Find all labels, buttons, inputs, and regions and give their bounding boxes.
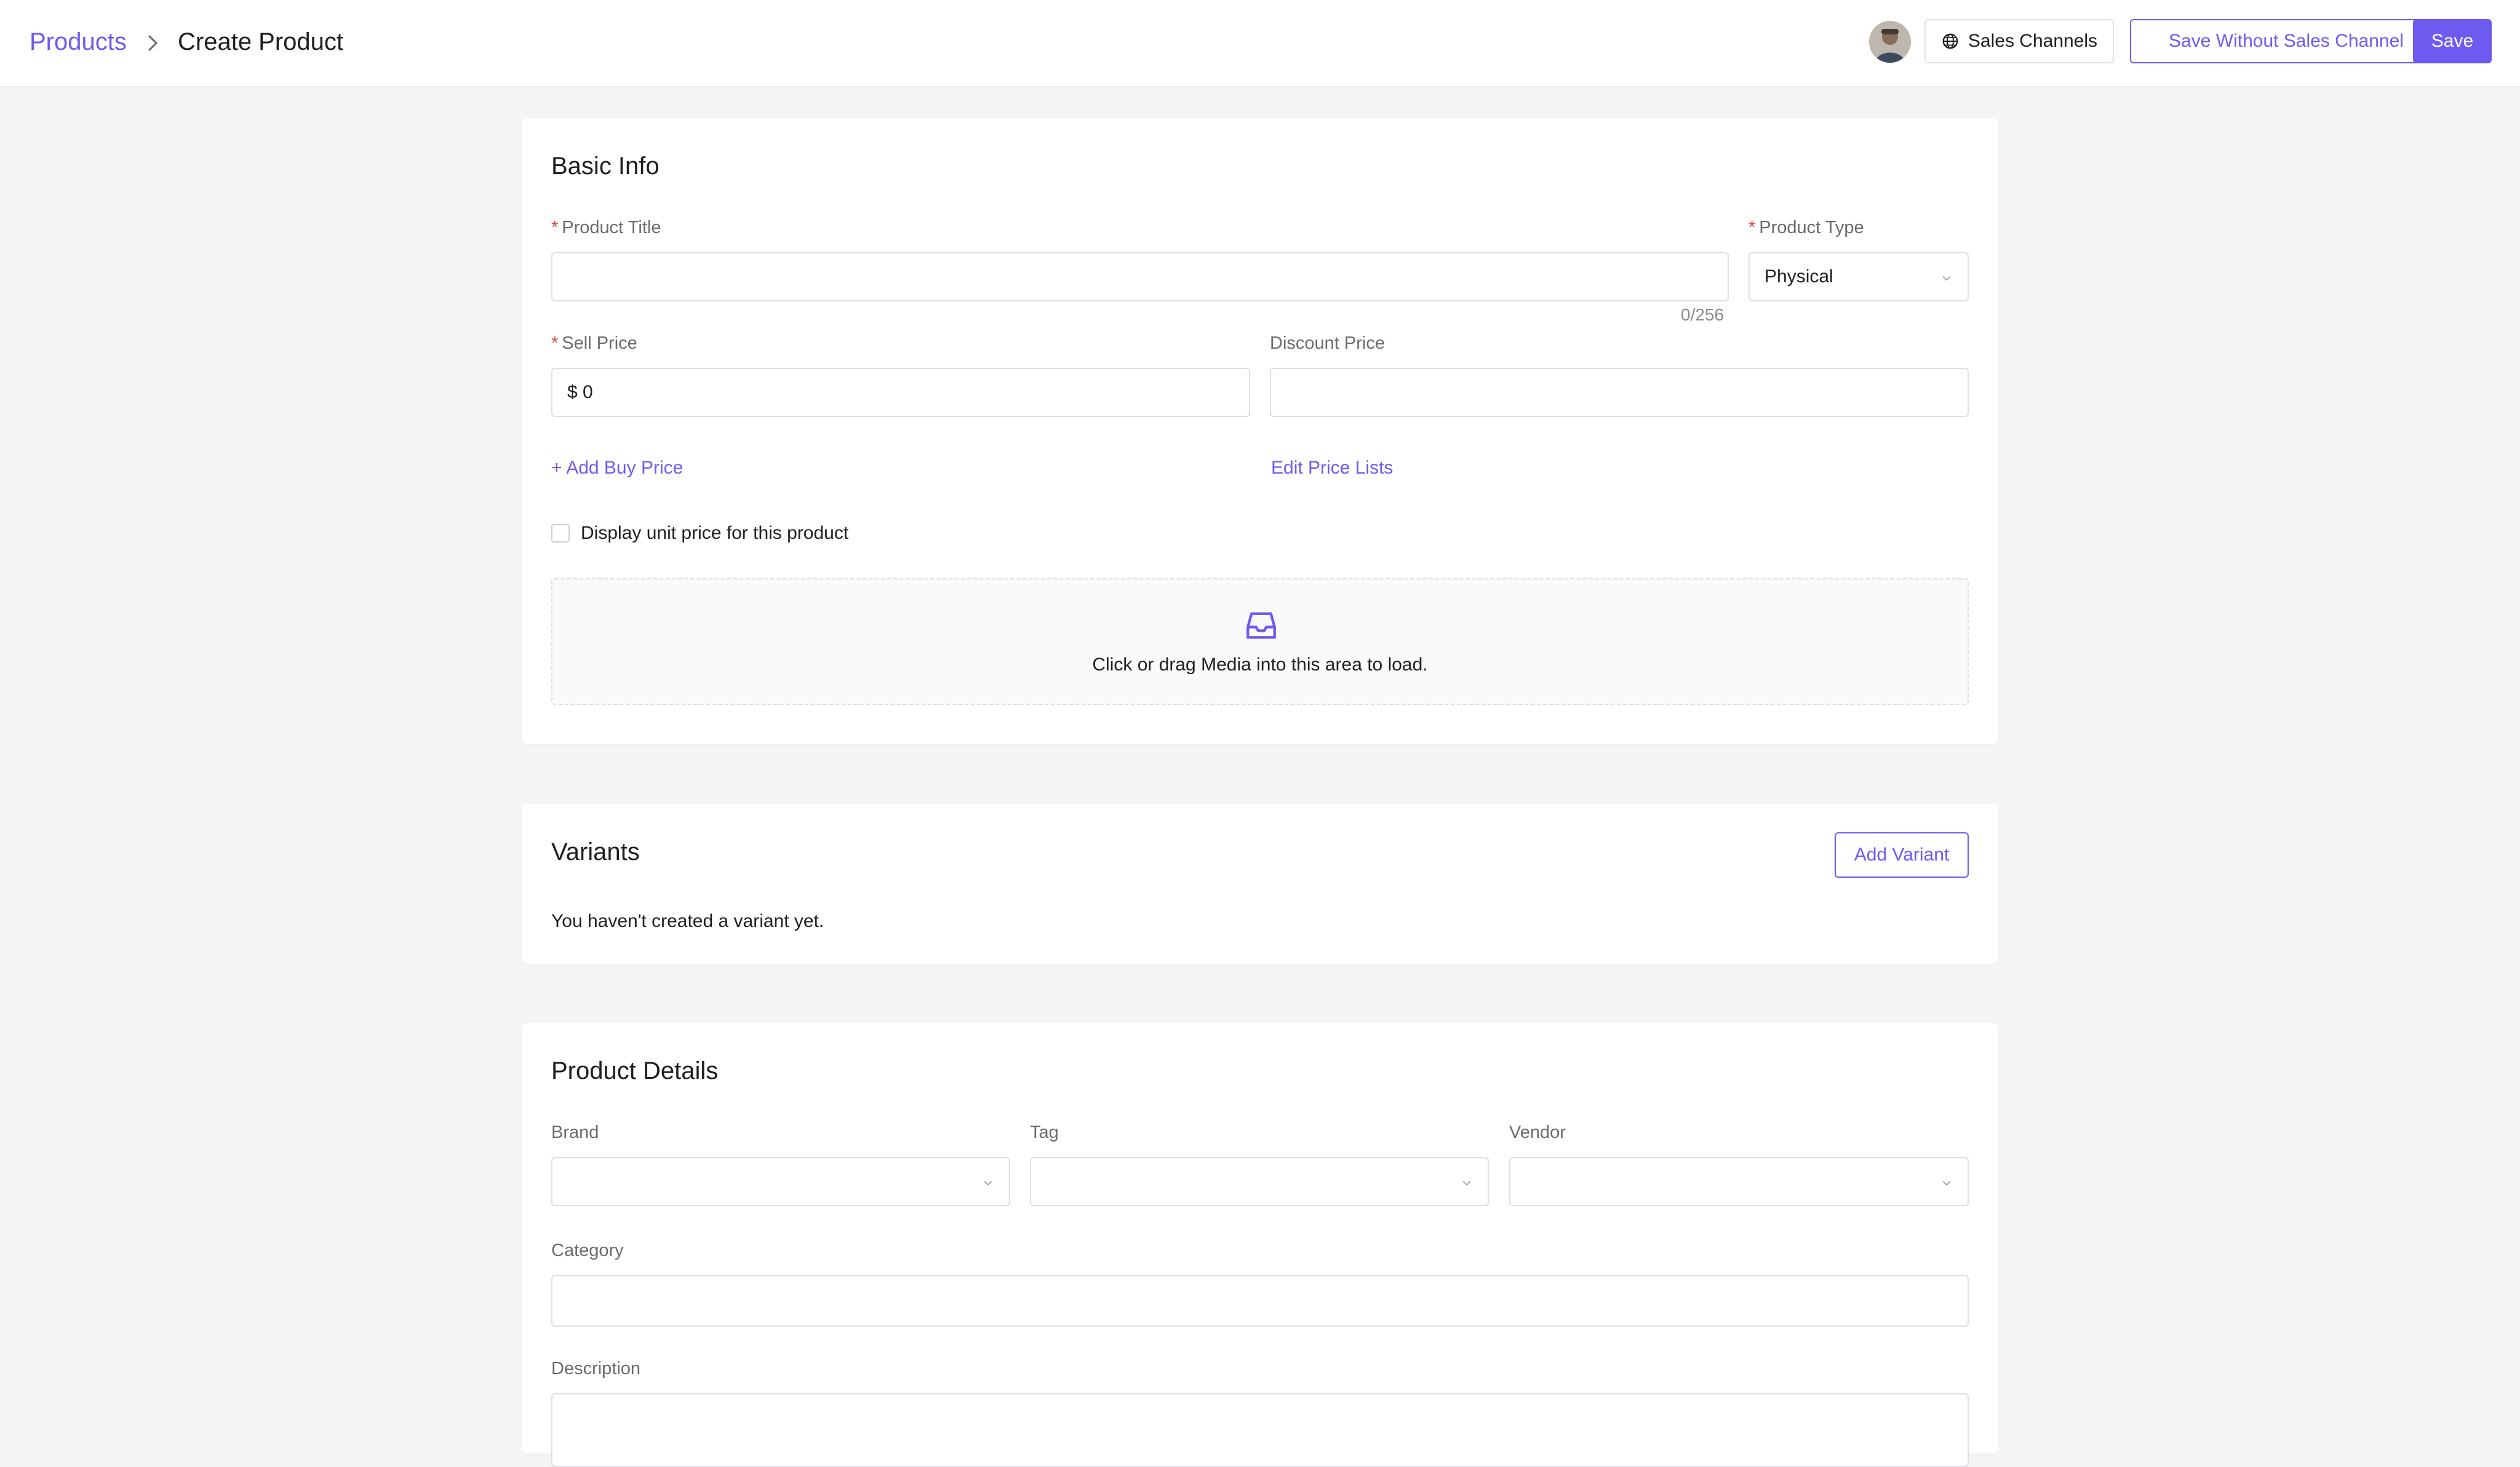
description-input[interactable] <box>551 1393 1969 1467</box>
basic-info-title: Basic Info <box>551 153 660 180</box>
basic-info-card: Basic Info * Product Title 0/256 * Product… <box>522 118 1998 744</box>
edit-price-lists-link[interactable]: Edit Price Lists <box>1271 458 1393 479</box>
breadcrumb-products-link[interactable]: Products <box>30 28 127 56</box>
product-type-value: Physical <box>1764 266 1833 287</box>
tag-select[interactable] <box>1030 1157 1489 1206</box>
product-title-counter: 0/256 <box>1681 305 1725 324</box>
variants-title: Variants <box>551 838 640 865</box>
discount-price-input[interactable] <box>1270 368 1969 417</box>
inbox-icon <box>1246 612 1276 639</box>
top-header: Products Create Product Sales Channels S… <box>0 0 2520 87</box>
vendor-label: Vendor <box>1509 1123 1566 1142</box>
product-title-input[interactable] <box>551 252 1729 301</box>
add-variant-button[interactable]: Add Variant <box>1835 832 1969 878</box>
user-avatar-icon <box>1869 21 1911 63</box>
chevron-down-icon <box>1462 1180 1471 1186</box>
chevron-right-icon <box>148 34 158 52</box>
chevron-down-icon <box>984 1180 992 1186</box>
globe-icon <box>1942 33 1958 49</box>
unit-price-checkbox[interactable] <box>551 524 570 543</box>
sales-channels-button[interactable]: Sales Channels <box>1924 19 2114 63</box>
add-buy-price-link[interactable]: + Add Buy Price <box>551 458 683 479</box>
sales-channels-label: Sales Channels <box>1968 31 2098 51</box>
product-title-label: * Product Title <box>551 218 661 237</box>
save-without-sales-channel-button[interactable]: Save Without Sales Channel <box>2130 19 2442 63</box>
product-details-title: Product Details <box>551 1057 719 1084</box>
avatar[interactable] <box>1869 21 1911 63</box>
product-type-label: * Product Type <box>1748 218 1864 237</box>
brand-label: Brand <box>551 1123 599 1142</box>
sell-price-label: * Sell Price <box>551 333 637 353</box>
description-label: Description <box>551 1359 641 1378</box>
save-button[interactable]: Save <box>2413 19 2492 63</box>
media-dropzone[interactable]: Click or drag Media into this area to lo… <box>551 578 1969 705</box>
category-input[interactable] <box>551 1275 1969 1327</box>
chevron-down-icon <box>1942 276 1951 281</box>
vendor-select[interactable] <box>1509 1157 1969 1206</box>
category-label: Category <box>551 1241 624 1260</box>
brand-select[interactable] <box>551 1157 1010 1206</box>
variants-card: Variants Add Variant You haven't created… <box>522 804 1998 964</box>
sell-price-input[interactable]: $ 0 <box>551 368 1250 417</box>
discount-price-label: Discount Price <box>1270 333 1385 353</box>
tag-label: Tag <box>1030 1123 1059 1142</box>
variants-empty-text: You haven't created a variant yet. <box>551 911 824 931</box>
page-title: Create Product <box>178 28 344 55</box>
chevron-down-icon <box>1942 1180 1951 1186</box>
dropzone-text: Click or drag Media into this area to lo… <box>1092 654 1428 675</box>
unit-price-checkbox-label: Display unit price for this product <box>581 523 849 543</box>
product-type-select[interactable]: Physical <box>1748 252 1969 301</box>
product-details-card: Product Details Brand Tag Vendor Categor… <box>522 1023 1998 1467</box>
